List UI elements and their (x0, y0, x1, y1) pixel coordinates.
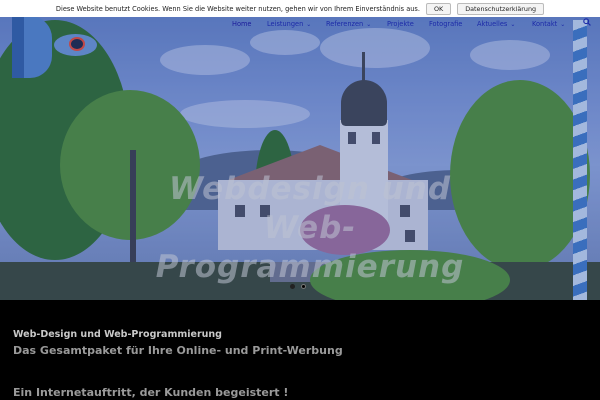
slider-dot-1[interactable] (290, 284, 295, 289)
nav-projekte[interactable]: Projekte (387, 20, 414, 28)
slider-dots (290, 284, 306, 289)
section-tagline: Ein Internetauftritt, der Kunden begeist… (13, 386, 289, 399)
nav-referenzen[interactable]: Referenzen ⌄ (326, 20, 371, 28)
page: Webdesign und Web- Programmierung Diese … (0, 0, 600, 400)
cookie-privacy-button[interactable]: Datenschutzerklärung (457, 2, 545, 15)
nav-fotografie[interactable]: Fotografie (429, 20, 462, 28)
section-subheading: Das Gesamtpaket für Ihre Online- und Pri… (13, 344, 343, 357)
nav-home[interactable]: Home (232, 20, 251, 28)
chevron-down-icon: ⌄ (306, 21, 312, 28)
nav-leistungen[interactable]: Leistungen ⌄ (267, 20, 311, 28)
search-icon[interactable] (583, 18, 591, 26)
logo-letter-b (12, 16, 52, 78)
section-heading: Web-Design und Web-Programmierung (13, 329, 222, 340)
chevron-down-icon: ⌄ (560, 21, 566, 28)
nav-kontakt[interactable]: Kontakt ⌄ (532, 20, 565, 28)
site-logo[interactable] (12, 16, 97, 78)
cookie-ok-button[interactable]: OK (425, 2, 452, 15)
hero-overlay-title: Webdesign und Web- Programmierung (155, 171, 465, 285)
nav-aktuelles[interactable]: Aktuelles ⌄ (477, 20, 515, 28)
cookie-message: Diese Website benutzt Cookies. Wenn Sie … (55, 4, 420, 13)
slider-dot-2[interactable] (301, 284, 306, 289)
chevron-down-icon: ⌄ (510, 21, 516, 28)
cookie-bar: Diese Website benutzt Cookies. Wenn Sie … (0, 0, 600, 17)
logo-pupil (69, 37, 85, 51)
chevron-down-icon: ⌄ (366, 21, 372, 28)
